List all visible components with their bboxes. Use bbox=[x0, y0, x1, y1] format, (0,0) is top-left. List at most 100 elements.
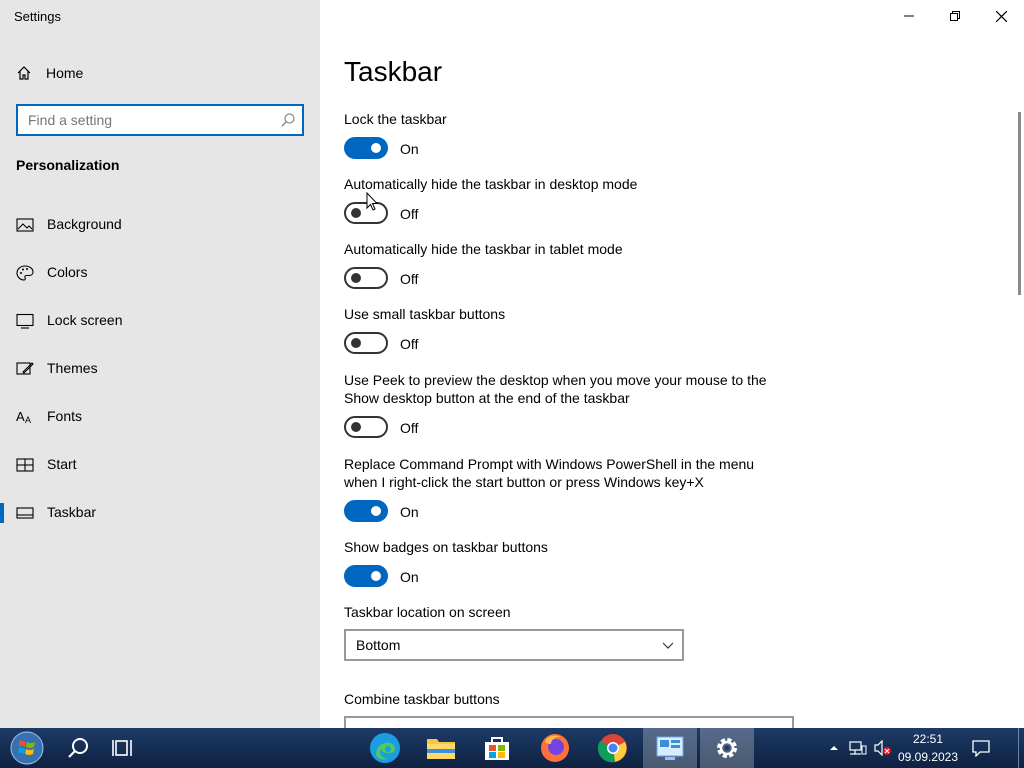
network-tray-button[interactable] bbox=[846, 728, 870, 768]
setting-label: Replace Command Prompt with Windows Powe… bbox=[344, 456, 755, 490]
sidebar-item-background[interactable]: Background bbox=[0, 205, 320, 245]
section-title: Personalization bbox=[16, 157, 120, 173]
location-value: Bottom bbox=[356, 637, 401, 653]
clock-button[interactable]: 22:51 09.09.2023 bbox=[896, 728, 960, 768]
search-icon bbox=[68, 738, 88, 758]
notification-icon bbox=[972, 740, 990, 757]
firefox-app[interactable] bbox=[532, 728, 578, 768]
settings-app[interactable] bbox=[700, 728, 754, 768]
volume-tray-button[interactable] bbox=[872, 728, 894, 768]
minimize-icon bbox=[904, 15, 914, 17]
sidebar-item-label: Background bbox=[47, 216, 122, 232]
toggle-state: Off bbox=[400, 336, 419, 352]
clock-time: 22:51 bbox=[912, 732, 944, 746]
mouse-cursor-icon bbox=[366, 192, 378, 211]
network-icon bbox=[849, 741, 867, 755]
sidebar-item-lock-screen[interactable]: Lock screen bbox=[0, 301, 320, 341]
sidebar-item-start[interactable]: Start bbox=[0, 445, 320, 485]
show-desktop-button[interactable] bbox=[1018, 728, 1024, 768]
search-input[interactable] bbox=[18, 106, 268, 134]
active-indicator bbox=[0, 503, 4, 523]
lock-taskbar-toggle[interactable] bbox=[344, 137, 388, 159]
close-icon bbox=[995, 10, 1007, 22]
svg-text:A: A bbox=[16, 409, 25, 424]
setting-label: Automatically hide the taskbar in deskto… bbox=[344, 176, 638, 192]
settings-icon bbox=[717, 738, 737, 758]
store-app[interactable] bbox=[474, 728, 520, 768]
powershell-toggle[interactable] bbox=[344, 500, 388, 522]
start-button[interactable] bbox=[0, 728, 54, 768]
sidebar-item-colors[interactable]: Colors bbox=[0, 253, 320, 293]
firefox-icon bbox=[541, 734, 569, 762]
toggle-state: On bbox=[400, 569, 419, 585]
toggle-knob bbox=[371, 571, 381, 581]
taskbar-icon bbox=[16, 507, 34, 519]
task-view-button[interactable] bbox=[102, 728, 146, 768]
window-controls bbox=[886, 0, 1024, 32]
clock-date: 09.09.2023 bbox=[897, 750, 959, 764]
sidebar-item-label: Taskbar bbox=[47, 504, 97, 520]
setting-label: Use Peek to preview the desktop when you… bbox=[344, 372, 767, 406]
toggle-knob bbox=[351, 422, 361, 432]
windows-orb-icon bbox=[10, 731, 44, 765]
setting-label: Lock the taskbar bbox=[344, 111, 447, 127]
scrollbar-thumb[interactable] bbox=[1018, 112, 1021, 295]
svg-text:A: A bbox=[25, 415, 31, 425]
badges-toggle[interactable] bbox=[344, 565, 388, 587]
home-nav-item[interactable]: Home bbox=[16, 62, 83, 84]
show-hidden-icons-button[interactable] bbox=[826, 728, 842, 768]
store-icon bbox=[485, 737, 509, 760]
peek-toggle[interactable] bbox=[344, 416, 388, 438]
location-dropdown[interactable]: Bottom bbox=[344, 629, 684, 661]
control-panel-app[interactable] bbox=[643, 728, 697, 768]
main-content: Taskbar Lock the taskbar On Automaticall… bbox=[320, 0, 1024, 732]
sidebar-item-themes[interactable]: Themes bbox=[0, 349, 320, 389]
sidebar-item-label: Lock screen bbox=[47, 312, 123, 328]
edge-icon bbox=[370, 733, 400, 763]
combine-label: Combine taskbar buttons bbox=[344, 691, 500, 707]
themes-icon bbox=[16, 362, 34, 375]
fonts-icon: AA bbox=[16, 409, 31, 425]
control-panel-icon bbox=[656, 736, 684, 760]
toggle-knob bbox=[351, 273, 361, 283]
app-title: Settings bbox=[14, 9, 61, 24]
setting-label: Show badges on taskbar buttons bbox=[344, 539, 548, 555]
volume-muted-icon bbox=[874, 740, 891, 756]
search-box[interactable] bbox=[16, 104, 304, 136]
taskbar-search-button[interactable] bbox=[56, 728, 100, 768]
close-button[interactable] bbox=[978, 0, 1024, 32]
small-buttons-toggle[interactable] bbox=[344, 332, 388, 354]
windows-taskbar: 22:51 09.09.2023 bbox=[0, 728, 1024, 768]
minimize-button[interactable] bbox=[886, 0, 932, 32]
sidebar-item-fonts[interactable]: AA Fonts bbox=[0, 397, 320, 437]
chrome-app[interactable] bbox=[590, 728, 636, 768]
chevron-down-icon bbox=[662, 642, 674, 649]
toggle-knob bbox=[371, 143, 381, 153]
toggle-state: Off bbox=[400, 420, 419, 436]
toggle-state: On bbox=[400, 141, 419, 157]
file-explorer-icon bbox=[427, 739, 455, 759]
search-icon[interactable] bbox=[280, 112, 296, 128]
toggle-state: Off bbox=[400, 206, 419, 222]
start-icon bbox=[16, 458, 34, 472]
restore-button[interactable] bbox=[932, 0, 978, 32]
toggle-state: Off bbox=[400, 271, 419, 287]
chrome-icon bbox=[597, 734, 627, 763]
sidebar-item-label: Colors bbox=[47, 264, 88, 280]
sidebar-item-label: Start bbox=[47, 456, 77, 472]
toggle-knob bbox=[371, 506, 381, 516]
location-label: Taskbar location on screen bbox=[344, 604, 511, 620]
toggle-knob bbox=[351, 338, 361, 348]
home-label: Home bbox=[46, 65, 84, 81]
sidebar-item-taskbar[interactable]: Taskbar bbox=[0, 493, 320, 533]
sidebar-item-label: Fonts bbox=[47, 408, 83, 424]
auto-hide-tablet-toggle[interactable] bbox=[344, 267, 388, 289]
toggle-knob bbox=[351, 208, 361, 218]
action-center-button[interactable] bbox=[966, 728, 996, 768]
edge-app[interactable] bbox=[362, 728, 408, 768]
file-explorer-app[interactable] bbox=[418, 728, 464, 768]
settings-sidebar: Settings Home Personalization Background… bbox=[0, 0, 320, 728]
page-title: Taskbar bbox=[344, 56, 443, 87]
home-icon bbox=[17, 66, 31, 80]
lock-screen-icon bbox=[16, 313, 34, 329]
